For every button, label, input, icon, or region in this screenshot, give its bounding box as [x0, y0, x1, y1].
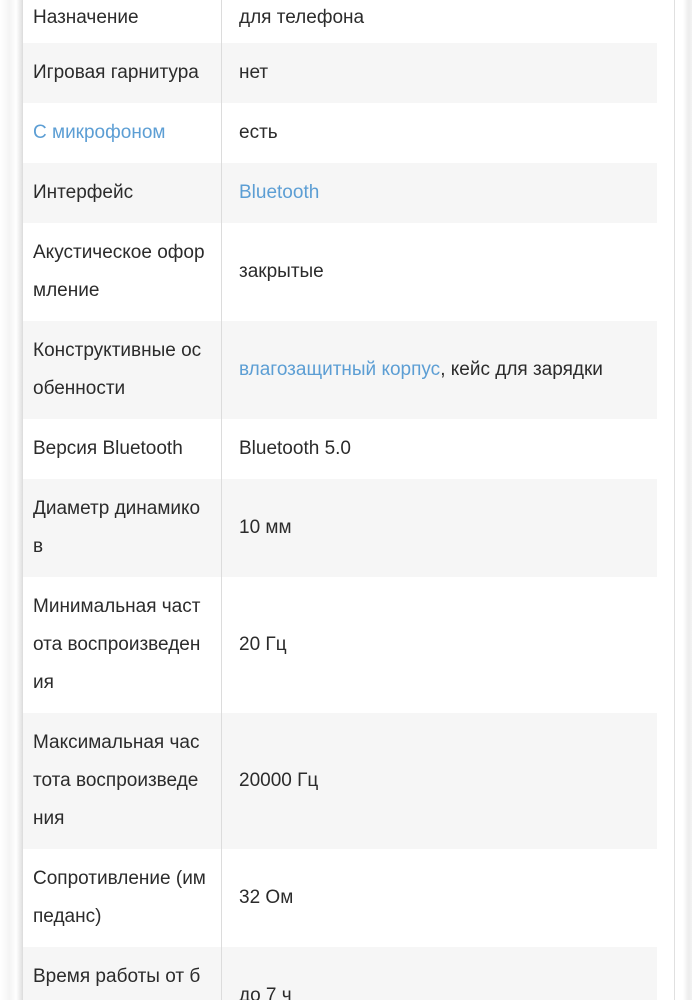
- table-row: Интерфейс Bluetooth: [23, 163, 674, 223]
- spec-value-text: 20 Гц: [239, 626, 287, 664]
- spec-value-text: 32 Ом: [239, 879, 293, 917]
- spec-label: Максимальная частота воспроизведения: [33, 732, 200, 829]
- table-row: Диаметр динамиков 10 мм: [23, 479, 674, 577]
- spec-label: Диаметр динамиков: [33, 498, 201, 557]
- spec-value: 32 Ом: [222, 849, 674, 947]
- spec-value-text: влагозащитный корпус, кейс для зарядки: [239, 351, 603, 389]
- page-root: Назначение для телефона Игровая гарнитура н…: [0, 0, 692, 1000]
- spec-label: Сопротивление (импеданс): [33, 868, 206, 927]
- spec-value: есть: [222, 103, 674, 163]
- table-row: Версия Bluetooth Bluetooth 5.0: [23, 419, 674, 479]
- spec-value-text: до 7 ч: [239, 977, 292, 1000]
- spec-value-plain: 20 Гц: [239, 634, 287, 655]
- spec-value-link[interactable]: Bluetooth: [239, 182, 319, 203]
- spec-label: Версия Bluetooth: [33, 438, 183, 459]
- spec-value-plain: для телефона: [239, 6, 365, 28]
- spec-value: 20 Гц: [222, 577, 674, 713]
- table-row: Игровая гарнитура нет: [23, 43, 674, 103]
- spec-value: для телефона: [222, 0, 674, 43]
- table-row: Сопротивление (импеданс) 32 Ом: [23, 849, 674, 947]
- spec-value-text: 10 мм: [239, 509, 292, 547]
- spec-value-plain: закрытые: [239, 261, 324, 282]
- spec-label: Назначение: [33, 7, 139, 28]
- spec-value-plain: 10 мм: [239, 517, 292, 538]
- spec-label: Время работы от батареи: [33, 966, 201, 987]
- spec-value-plain: 20000 Гц: [239, 770, 319, 791]
- spec-value-text: нет: [239, 54, 268, 92]
- spec-value: Bluetooth: [222, 163, 674, 223]
- spec-value-text: есть: [239, 114, 278, 152]
- spec-value-plain: 32 Ом: [239, 887, 294, 908]
- spec-value: влагозащитный корпус, кейс для зарядки: [222, 321, 674, 419]
- spec-value: Bluetooth 5.0: [222, 419, 674, 479]
- spec-label[interactable]: С микрофоном: [23, 103, 221, 163]
- spec-label: Минимальная частота воспроизведения: [33, 596, 201, 693]
- page-right-rule: [674, 0, 675, 1000]
- spec-label: Акустическое оформление: [33, 242, 205, 301]
- spec-value-plain: Bluetooth 5.0: [239, 438, 351, 459]
- table-row: С микрофоном есть: [23, 103, 674, 163]
- table-row: Максимальная частота воспроизведения 2000…: [23, 713, 674, 849]
- spec-label: Конструктивные особенности: [33, 340, 202, 399]
- spec-value-plain: , кейс для зарядки: [440, 359, 603, 380]
- spec-value-plain: есть: [239, 122, 278, 143]
- table-row: Время работы от батареи до 7 ч: [23, 947, 674, 1000]
- table-row: Назначение для телефона: [23, 0, 674, 43]
- spec-value-text: закрытые: [239, 253, 324, 291]
- page-left-edge: [0, 0, 23, 1000]
- spec-value: нет: [222, 43, 674, 103]
- table-row: Акустическое оформление закрытые: [23, 223, 674, 321]
- page-right-edge: [672, 0, 692, 1000]
- spec-value-plain: до 7 ч: [239, 985, 292, 1000]
- spec-value: закрытые: [222, 223, 674, 321]
- specifications-table: Назначение для телефона Игровая гарнитура н…: [23, 0, 674, 1000]
- table-row: Конструктивные особенности влагозащитный …: [23, 321, 674, 419]
- spec-value-text: 20000 Гц: [239, 762, 318, 800]
- table-row: Минимальная частота воспроизведения 20 Гц: [23, 577, 674, 713]
- spec-label: Игровая гарнитура: [33, 62, 199, 83]
- spec-value-text: Bluetooth: [239, 174, 319, 212]
- spec-label: Интерфейс: [33, 182, 134, 203]
- spec-value: до 7 ч: [222, 947, 674, 1000]
- spec-value-text: для телефона: [239, 0, 364, 37]
- spec-value-plain: нет: [239, 62, 269, 83]
- spec-value-link[interactable]: влагозащитный корпус: [239, 359, 440, 380]
- spec-value: 20000 Гц: [222, 713, 674, 849]
- spec-value: 10 мм: [222, 479, 674, 577]
- spec-value-text: Bluetooth 5.0: [239, 430, 351, 468]
